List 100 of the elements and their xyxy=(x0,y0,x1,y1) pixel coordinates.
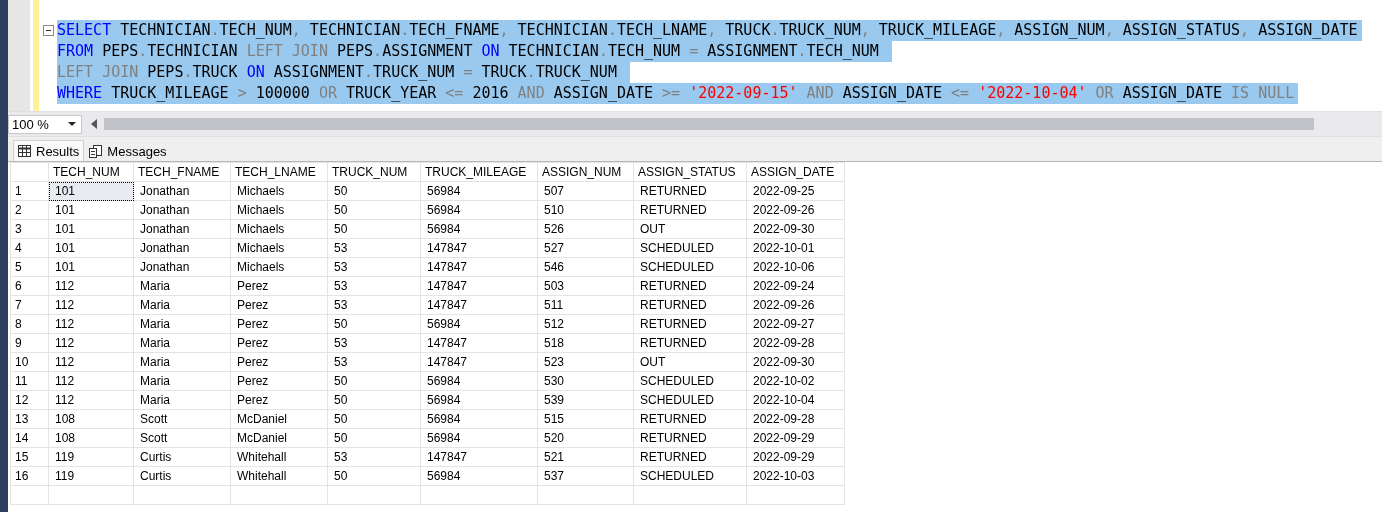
table-cell[interactable]: 2022-09-30 xyxy=(746,219,845,239)
row-number[interactable]: 3 xyxy=(10,219,49,239)
table-cell[interactable]: 2022-09-30 xyxy=(746,352,845,372)
table-cell[interactable]: Maria xyxy=(133,390,231,410)
table-cell[interactable]: Jonathan xyxy=(133,181,231,201)
results-tab[interactable]: Messages xyxy=(84,140,172,161)
table-cell[interactable]: 537 xyxy=(537,466,634,486)
collapse-icon[interactable] xyxy=(43,25,54,36)
table-cell[interactable]: Jonathan xyxy=(133,238,231,258)
table-cell[interactable]: 521 xyxy=(537,447,634,467)
table-cell[interactable]: RETURNED xyxy=(633,181,747,201)
table-cell[interactable]: Curtis xyxy=(133,447,231,467)
table-cell[interactable]: 50 xyxy=(327,219,421,239)
row-number[interactable]: 12 xyxy=(10,390,49,410)
table-cell[interactable]: Perez xyxy=(230,371,328,391)
row-number[interactable]: 6 xyxy=(10,276,49,296)
table-cell[interactable]: Perez xyxy=(230,390,328,410)
table-cell[interactable]: Perez xyxy=(230,352,328,372)
table-cell[interactable]: 147847 xyxy=(420,276,538,296)
table-cell[interactable]: 112 xyxy=(48,352,134,372)
table-cell[interactable]: SCHEDULED xyxy=(633,390,747,410)
table-cell[interactable]: RETURNED xyxy=(633,447,747,467)
table-cell[interactable]: 112 xyxy=(48,371,134,391)
table-cell[interactable]: Curtis xyxy=(133,466,231,486)
table-cell[interactable]: 2022-10-04 xyxy=(746,390,845,410)
table-cell[interactable]: 510 xyxy=(537,200,634,220)
table-cell[interactable]: Michaels xyxy=(230,257,328,277)
table-cell[interactable]: 2022-09-25 xyxy=(746,181,845,201)
table-cell[interactable]: 112 xyxy=(48,276,134,296)
table-cell[interactable]: 546 xyxy=(537,257,634,277)
table-cell[interactable]: Whitehall xyxy=(230,466,328,486)
table-cell[interactable]: 147847 xyxy=(420,238,538,258)
row-number[interactable]: 14 xyxy=(10,428,49,448)
row-number[interactable]: 15 xyxy=(10,447,49,467)
table-cell[interactable]: 539 xyxy=(537,390,634,410)
row-number[interactable]: 11 xyxy=(10,371,49,391)
table-cell[interactable]: 2022-09-28 xyxy=(746,409,845,429)
table-cell[interactable]: 515 xyxy=(537,409,634,429)
row-number[interactable]: 8 xyxy=(10,314,49,334)
table-cell[interactable]: 50 xyxy=(327,314,421,334)
table-cell[interactable]: 2022-09-28 xyxy=(746,333,845,353)
table-cell[interactable]: 53 xyxy=(327,276,421,296)
table-cell[interactable]: 147847 xyxy=(420,352,538,372)
results-tab[interactable]: Results xyxy=(13,140,85,161)
table-cell[interactable]: 2022-09-29 xyxy=(746,428,845,448)
table-cell[interactable]: 2022-09-27 xyxy=(746,314,845,334)
table-cell[interactable]: 50 xyxy=(327,390,421,410)
table-cell[interactable]: 53 xyxy=(327,352,421,372)
table-cell[interactable]: 523 xyxy=(537,352,634,372)
table-cell[interactable]: 56984 xyxy=(420,466,538,486)
table-cell[interactable]: 2022-10-02 xyxy=(746,371,845,391)
table-cell[interactable]: SCHEDULED xyxy=(633,257,747,277)
table-cell[interactable]: 119 xyxy=(48,447,134,467)
table-cell[interactable]: Scott xyxy=(133,428,231,448)
table-cell[interactable]: SCHEDULED xyxy=(633,371,747,391)
table-cell[interactable]: 503 xyxy=(537,276,634,296)
table-cell[interactable]: 2022-09-26 xyxy=(746,295,845,315)
table-cell[interactable]: 56984 xyxy=(420,219,538,239)
table-cell[interactable]: 108 xyxy=(48,409,134,429)
table-cell[interactable]: 511 xyxy=(537,295,634,315)
column-header[interactable]: TECH_LNAME xyxy=(230,162,328,182)
table-cell[interactable]: 56984 xyxy=(420,181,538,201)
table-cell[interactable]: 147847 xyxy=(420,447,538,467)
table-cell[interactable]: 50 xyxy=(327,466,421,486)
row-number[interactable]: 2 xyxy=(10,200,49,220)
table-cell[interactable]: 530 xyxy=(537,371,634,391)
table-cell[interactable]: OUT xyxy=(633,219,747,239)
table-cell[interactable]: Perez xyxy=(230,276,328,296)
table-cell[interactable]: McDaniel xyxy=(230,428,328,448)
table-cell[interactable]: 56984 xyxy=(420,371,538,391)
table-cell[interactable]: RETURNED xyxy=(633,295,747,315)
table-cell[interactable]: 101 xyxy=(48,200,134,220)
row-number[interactable]: 16 xyxy=(10,466,49,486)
table-cell[interactable]: 112 xyxy=(48,390,134,410)
table-cell[interactable]: 112 xyxy=(48,333,134,353)
table-cell[interactable]: 50 xyxy=(327,371,421,391)
table-cell[interactable]: RETURNED xyxy=(633,276,747,296)
row-number[interactable]: 7 xyxy=(10,295,49,315)
table-cell[interactable]: 112 xyxy=(48,314,134,334)
table-cell[interactable]: Perez xyxy=(230,314,328,334)
table-cell[interactable]: Maria xyxy=(133,276,231,296)
table-cell[interactable]: 101 xyxy=(48,238,134,258)
row-number[interactable]: 9 xyxy=(10,333,49,353)
table-cell[interactable]: Jonathan xyxy=(133,200,231,220)
row-number[interactable]: 4 xyxy=(10,238,49,258)
table-cell[interactable]: Whitehall xyxy=(230,447,328,467)
table-cell[interactable]: 147847 xyxy=(420,295,538,315)
table-cell[interactable]: 53 xyxy=(327,295,421,315)
table-cell[interactable]: OUT xyxy=(633,352,747,372)
table-cell[interactable]: 56984 xyxy=(420,428,538,448)
row-number[interactable]: 13 xyxy=(10,409,49,429)
table-cell[interactable]: 53 xyxy=(327,238,421,258)
table-cell[interactable]: Michaels xyxy=(230,219,328,239)
table-cell[interactable]: 512 xyxy=(537,314,634,334)
column-header[interactable]: ASSIGN_NUM xyxy=(537,162,634,182)
table-cell[interactable]: 2022-10-06 xyxy=(746,257,845,277)
table-cell[interactable]: Jonathan xyxy=(133,257,231,277)
table-cell[interactable]: Scott xyxy=(133,409,231,429)
table-cell[interactable]: 101 xyxy=(48,257,134,277)
table-cell[interactable]: 56984 xyxy=(420,409,538,429)
